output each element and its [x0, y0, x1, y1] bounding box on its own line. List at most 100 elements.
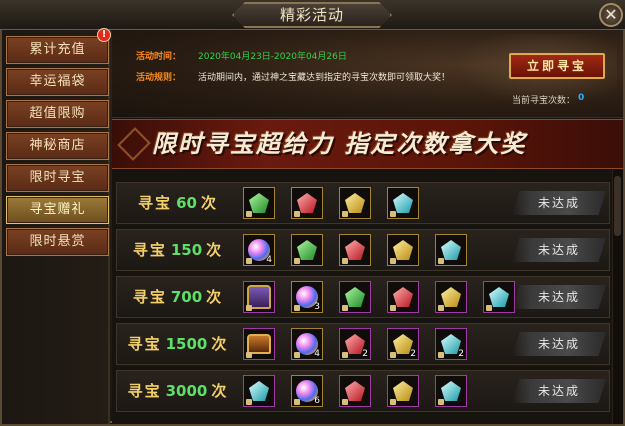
reward-item-slot[interactable]: 4 — [243, 234, 275, 266]
row-suffix: 次 — [211, 335, 227, 353]
treasure-count-value: 0 — [578, 93, 585, 103]
row-prefix: 寻宝 — [127, 335, 162, 353]
reward-item-slot[interactable] — [243, 328, 275, 360]
go-treasure-button[interactable]: 立即寻宝 — [509, 53, 605, 79]
bound-lock-icon — [294, 352, 300, 358]
row-prefix: 寻宝 — [127, 382, 162, 400]
reward-item-slot[interactable] — [291, 187, 323, 219]
red-gem-icon — [393, 287, 413, 307]
bound-lock-icon — [438, 258, 444, 264]
reward-item-slot[interactable] — [339, 234, 371, 266]
reward-row: 寻宝 700 次 3 未达成 — [116, 276, 610, 318]
claim-status-button[interactable]: 未达成 — [512, 379, 606, 403]
reward-item-slot[interactable] — [243, 187, 275, 219]
bound-lock-icon — [294, 399, 300, 405]
reward-row: 寻宝 3000 次 6 未达成 — [116, 370, 610, 412]
reward-row: 寻宝 60 次 未达成 — [116, 182, 610, 224]
rule-value: 活动期间内，通过神之宝藏达到指定的寻宝次数即可领取大奖！ — [198, 73, 451, 83]
reward-item-slot[interactable] — [435, 375, 467, 407]
bound-lock-icon — [342, 305, 348, 311]
bound-lock-icon — [438, 399, 444, 405]
notification-badge: ! — [97, 28, 111, 42]
scrollbar-thumb[interactable] — [614, 176, 621, 236]
sidebar-item-timed-treasure[interactable]: 限时寻宝 — [6, 164, 109, 192]
reward-item-slot[interactable]: 2 — [339, 328, 371, 360]
bound-lock-icon — [390, 305, 396, 311]
cyan-gem-icon — [441, 240, 461, 260]
bound-lock-icon — [246, 399, 252, 405]
green-gem-icon — [345, 287, 365, 307]
time-value: 2020年04月23日-2020年04月26日 — [198, 52, 347, 62]
row-count: 700 — [170, 288, 203, 306]
sidebar-item-lucky-bag[interactable]: 幸运福袋 — [6, 68, 109, 96]
reward-item-slot[interactable] — [291, 234, 323, 266]
sidebar: 累计充值 幸运福袋 超值限购 神秘商店 限时寻宝 寻宝赠礼 限时悬赏 — [2, 30, 110, 424]
reward-item-slot[interactable] — [243, 281, 275, 313]
row-requirement: 寻宝 60 次 — [117, 183, 237, 223]
yellow-gem-icon — [345, 193, 365, 213]
claim-status-button[interactable]: 未达成 — [512, 285, 606, 309]
row-count: 1500 — [165, 335, 208, 353]
row-prefix: 寻宝 — [132, 288, 167, 306]
reward-item-slot[interactable] — [339, 187, 371, 219]
time-label: 活动时间： — [136, 52, 182, 62]
reward-item-slot[interactable]: 3 — [291, 281, 323, 313]
reward-row: 寻宝 150 次 4 未达成 — [116, 229, 610, 271]
row-suffix: 次 — [206, 288, 222, 306]
bound-lock-icon — [294, 305, 300, 311]
bound-lock-icon — [294, 211, 300, 217]
sidebar-item-cumulative-recharge[interactable]: 累计充值 — [6, 36, 109, 64]
row-suffix: 次 — [206, 241, 222, 259]
reward-item-slot[interactable] — [387, 234, 419, 266]
item-quantity: 6 — [314, 396, 320, 406]
close-button[interactable]: ✕ — [599, 3, 623, 27]
row-requirement: 寻宝 150 次 — [117, 230, 237, 270]
reward-item-slot[interactable] — [387, 375, 419, 407]
item-quantity: 4 — [266, 255, 272, 265]
sidebar-item-treasure-gift[interactable]: 寻宝赠礼 — [6, 196, 109, 224]
item-quantity: 3 — [314, 302, 320, 312]
red-gem-icon — [345, 381, 365, 401]
reward-item-slot[interactable] — [339, 281, 371, 313]
bound-lock-icon — [342, 258, 348, 264]
sidebar-item-timed-bounty[interactable]: 限时悬赏 — [6, 228, 109, 256]
item-quantity: 2 — [410, 349, 416, 359]
red-gem-icon — [297, 193, 317, 213]
reward-item-slot[interactable]: 2 — [435, 328, 467, 360]
item-quantity: 2 — [362, 349, 368, 359]
main-panel: 活动时间： 2020年04月23日-2020年04月26日 活动规则： 活动期间… — [112, 30, 623, 424]
yellow-gem-icon — [441, 287, 461, 307]
claim-status-button[interactable]: 未达成 — [512, 238, 606, 262]
bound-lock-icon — [390, 352, 396, 358]
reward-item-slot[interactable] — [339, 375, 371, 407]
row-count: 3000 — [165, 382, 208, 400]
reward-row: 寻宝 1500 次 4 2 2 2 未达成 — [116, 323, 610, 365]
reward-item-slot[interactable] — [387, 187, 419, 219]
sidebar-item-mystery-shop[interactable]: 神秘商店 — [6, 132, 109, 160]
bound-lock-icon — [246, 258, 252, 264]
row-prefix: 寻宝 — [132, 241, 167, 259]
reward-item-slot[interactable]: 6 — [291, 375, 323, 407]
reward-item-slot[interactable] — [435, 281, 467, 313]
row-count: 60 — [176, 194, 197, 212]
bound-lock-icon — [438, 352, 444, 358]
item-quantity: 2 — [458, 349, 464, 359]
item-quantity: 4 — [314, 349, 320, 359]
reward-item-slot[interactable]: 4 — [291, 328, 323, 360]
reward-item-slot[interactable] — [483, 281, 515, 313]
row-requirement: 寻宝 700 次 — [117, 277, 237, 317]
sidebar-item-limited-purchase[interactable]: 超值限购 — [6, 100, 109, 128]
reward-list: 寻宝 60 次未达成 寻宝 150 次 4 未达成 寻宝 700 次 3 未达成 寻宝 1500 次 4 2 2 2 未… — [112, 170, 612, 424]
row-count: 150 — [170, 241, 203, 259]
banner-ornament-icon — [117, 127, 151, 161]
row-suffix: 次 — [200, 194, 216, 212]
reward-item-slot[interactable] — [387, 281, 419, 313]
bound-lock-icon — [390, 399, 396, 405]
cyan-gem-icon — [441, 381, 461, 401]
reward-item-slot[interactable] — [243, 375, 275, 407]
claim-status-button[interactable]: 未达成 — [512, 332, 606, 356]
cyan-gem-icon — [393, 193, 413, 213]
reward-item-slot[interactable]: 2 — [387, 328, 419, 360]
claim-status-button[interactable]: 未达成 — [512, 191, 606, 215]
reward-item-slot[interactable] — [435, 234, 467, 266]
